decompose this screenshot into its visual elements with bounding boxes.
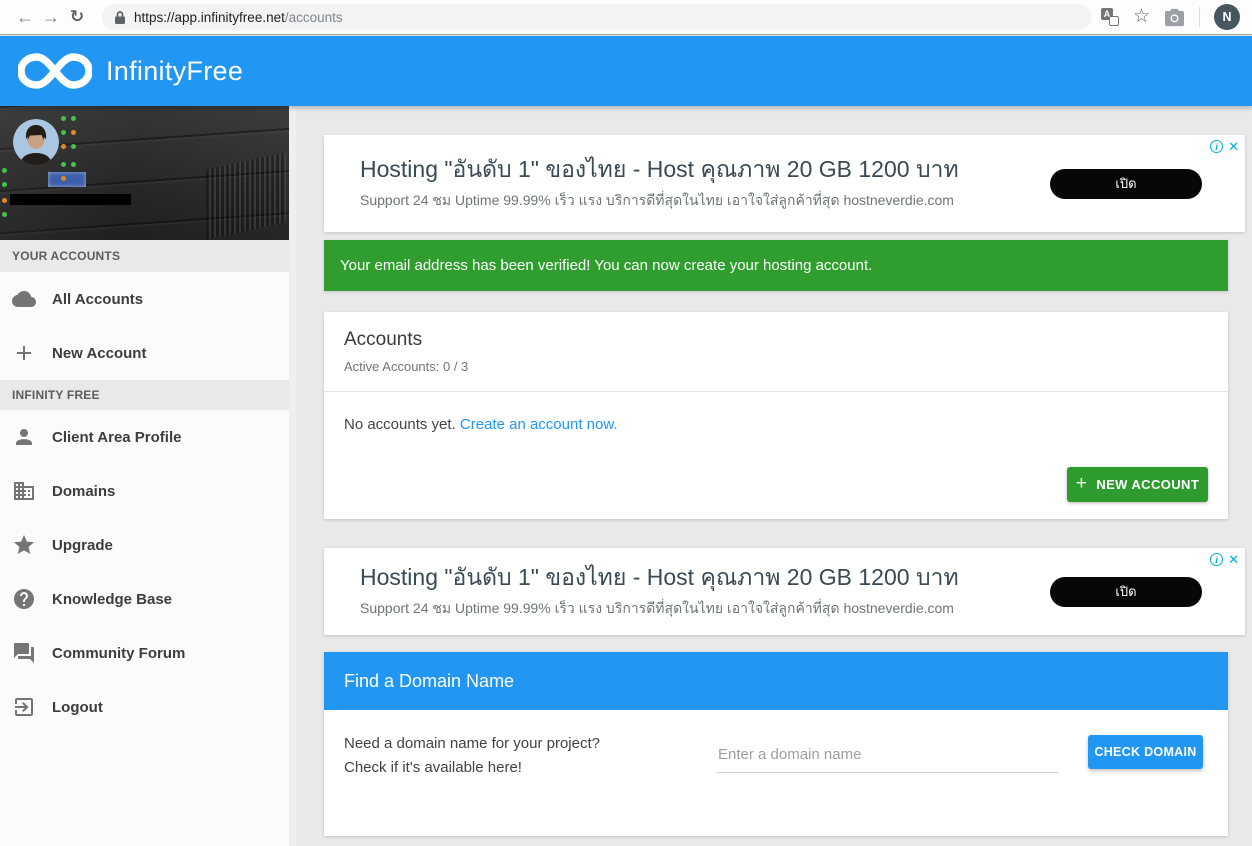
help-icon xyxy=(12,587,36,611)
user-avatar xyxy=(13,119,59,165)
url-host: https://app.infinityfree.net xyxy=(134,10,285,25)
toolbar-divider xyxy=(1199,7,1200,27)
ssl-lock-icon[interactable] xyxy=(114,10,126,25)
ad-description: Support 24 ชม Uptime 99.99% เร็ว แรง บริ… xyxy=(360,598,959,620)
ad-banner-top[interactable]: Hosting "อันดับ 1" ของไทย - Host คุณภาพ … xyxy=(324,135,1245,232)
plus-icon xyxy=(12,341,36,365)
browser-forward-icon[interactable]: → xyxy=(38,4,64,30)
building-icon xyxy=(12,479,36,503)
url-text: https://app.infinityfree.net/accounts xyxy=(134,10,343,25)
find-domain-header: Find a Domain Name xyxy=(324,652,1228,710)
email-verified-notification: Your email address has been verified! Yo… xyxy=(324,240,1228,291)
plus-icon: + xyxy=(1076,473,1088,495)
sidebar-section-your-accounts: YOUR ACCOUNTS xyxy=(0,240,296,272)
main-content: Hosting "อันดับ 1" ของไทย - Host คุณภาพ … xyxy=(296,106,1252,846)
ad-close-icon[interactable]: ✕ xyxy=(1228,140,1239,153)
new-account-button[interactable]: + NEW ACCOUNT xyxy=(1067,467,1208,502)
sidebar-item-client-area-profile[interactable]: Client Area Profile xyxy=(0,410,296,464)
sidebar: YOUR ACCOUNTS All Accounts New Account I… xyxy=(0,106,296,846)
sidebar-item-logout[interactable]: Logout xyxy=(0,680,296,734)
exit-icon xyxy=(12,695,36,719)
redacted-username xyxy=(10,194,131,205)
accounts-card-title: Accounts xyxy=(344,329,1208,351)
sidebar-item-new-account[interactable]: New Account xyxy=(0,326,296,380)
domain-search-input[interactable] xyxy=(716,742,1058,773)
adchoices-info-icon[interactable]: i xyxy=(1210,140,1223,153)
server-led-decoration xyxy=(2,168,7,173)
star-icon xyxy=(12,533,36,557)
accounts-card: Accounts Active Accounts: 0 / 3 No accou… xyxy=(324,312,1228,519)
active-accounts-count: Active Accounts: 0 / 3 xyxy=(344,359,1208,374)
infinity-logo-icon[interactable] xyxy=(18,50,92,92)
sidebar-item-all-accounts[interactable]: All Accounts xyxy=(0,272,296,326)
ad-title-link[interactable]: Hosting "อันดับ 1" ของไทย - Host คุณภาพ … xyxy=(360,155,959,183)
server-lcd-decoration xyxy=(48,172,86,187)
find-domain-card: Find a Domain Name Need a domain name fo… xyxy=(324,652,1228,836)
forum-icon xyxy=(12,641,36,665)
ad-title-link[interactable]: Hosting "อันดับ 1" ของไทย - Host คุณภาพ … xyxy=(360,563,959,591)
ad-banner-bottom[interactable]: Hosting "อันดับ 1" ของไทย - Host คุณภาพ … xyxy=(324,548,1245,635)
translate-icon[interactable]: A xyxy=(1101,8,1119,26)
sidebar-item-knowledge-base[interactable]: Knowledge Base xyxy=(0,572,296,626)
person-icon xyxy=(12,425,36,449)
ad-description: Support 24 ชม Uptime 99.99% เร็ว แรง บริ… xyxy=(360,190,959,212)
browser-refresh-icon[interactable]: ↻ xyxy=(64,4,90,30)
check-domain-button[interactable]: CHECK DOMAIN xyxy=(1088,735,1203,769)
server-led-decoration xyxy=(71,116,76,121)
find-domain-description: Need a domain name for your project? Che… xyxy=(344,732,604,780)
server-led-decoration xyxy=(61,116,66,121)
ad-cta-button[interactable]: เปิด xyxy=(1050,577,1202,607)
sidebar-item-community-forum[interactable]: Community Forum xyxy=(0,626,296,680)
browser-profile-avatar[interactable]: N xyxy=(1214,4,1240,30)
browser-back-icon[interactable]: ← xyxy=(12,4,38,30)
brand-name[interactable]: InfinityFree xyxy=(106,56,243,87)
app-header: InfinityFree xyxy=(0,36,1252,106)
create-account-link[interactable]: Create an account now. xyxy=(460,416,618,433)
bookmark-star-icon[interactable]: ☆ xyxy=(1133,8,1150,26)
profile-banner-image xyxy=(0,106,296,240)
browser-toolbar: ← → ↻ https://app.infinityfree.net/accou… xyxy=(0,0,1252,35)
sidebar-scrollbar[interactable] xyxy=(289,106,296,846)
find-domain-title: Find a Domain Name xyxy=(344,671,514,692)
screenshot-camera-icon[interactable] xyxy=(1164,8,1185,27)
sidebar-section-infinityfree: INFINITY FREE xyxy=(0,380,296,410)
address-bar[interactable]: https://app.infinityfree.net/accounts xyxy=(102,4,1091,30)
ad-close-icon[interactable]: ✕ xyxy=(1228,553,1239,566)
ad-cta-button[interactable]: เปิด xyxy=(1050,169,1202,199)
no-accounts-text: No accounts yet. xyxy=(344,416,456,433)
sidebar-item-domains[interactable]: Domains xyxy=(0,464,296,518)
sidebar-item-upgrade[interactable]: Upgrade xyxy=(0,518,296,572)
cloud-icon xyxy=(12,287,36,311)
url-path: /accounts xyxy=(285,10,343,25)
adchoices-info-icon[interactable]: i xyxy=(1210,553,1223,566)
